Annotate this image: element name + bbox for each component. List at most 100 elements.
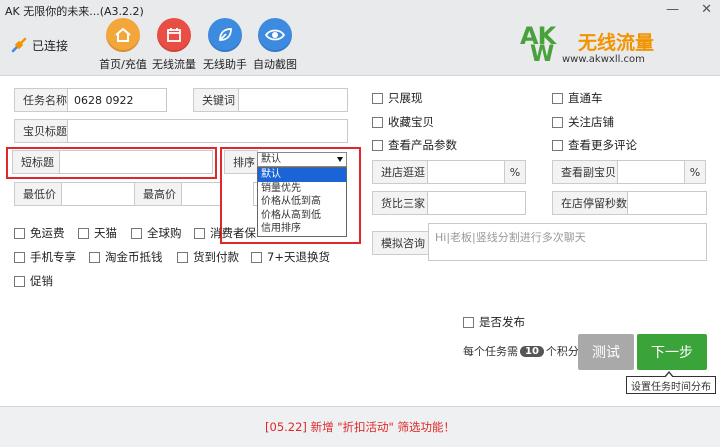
checkbox-box[interactable] [552, 139, 563, 151]
checkbox-mobile-only[interactable]: 手机专享 [14, 249, 76, 265]
checkbox-follow-shop[interactable]: 关注店铺 [552, 114, 614, 130]
chat-label: 模拟咨询 [372, 231, 429, 255]
view-sub-item-label: 查看副宝贝 [552, 160, 618, 184]
checkbox-consumer-protection[interactable]: 消费者保 [194, 225, 256, 241]
checkbox-label: 手机专享 [30, 250, 76, 264]
checkbox-box[interactable] [131, 227, 142, 239]
compare-label: 货比三家 [372, 191, 428, 215]
keyword-input[interactable] [238, 88, 348, 112]
item-title-input[interactable] [67, 119, 348, 143]
checkbox-label: 全球购 [147, 226, 182, 240]
checkbox-box[interactable] [552, 116, 563, 128]
checkbox-impression-only[interactable]: 只展现 [372, 90, 423, 106]
checkbox-box[interactable] [14, 227, 25, 239]
points-info: 每个任务需 10 个积分 [463, 343, 579, 359]
points-badge: 10 [520, 345, 544, 357]
checkbox-label: 关注店铺 [568, 115, 614, 129]
checkbox-label: 免运费 [30, 226, 65, 240]
min-price-label: 最低价 [14, 182, 62, 206]
short-title-input[interactable] [59, 150, 213, 174]
next-step-tooltip: 设置任务时间分布 [626, 371, 716, 394]
checkbox-label: 直通车 [568, 91, 603, 105]
stay-seconds-input[interactable] [627, 191, 707, 215]
connection-status-label: 已连接 [32, 38, 69, 53]
checkbox-box[interactable] [552, 92, 563, 104]
percent-unit: % [504, 160, 526, 184]
task-name-input[interactable]: 0628 0922 [67, 88, 167, 112]
checkbox-publish[interactable]: 是否发布 [463, 314, 525, 330]
item-title-label: 宝贝标题 [14, 119, 68, 143]
checkbox-free-shipping[interactable]: 免运费 [14, 225, 65, 241]
sort-select[interactable]: 默认 [257, 152, 347, 167]
checkbox-label: 只展现 [388, 91, 423, 105]
checkbox-label: 淘金币抵钱 [105, 250, 163, 264]
chat-textarea[interactable]: Hi|老板|竖线分割进行多次聊天 [428, 223, 707, 261]
logo-w: W [530, 42, 555, 67]
calendar-icon [157, 18, 191, 52]
checkbox-cod[interactable]: 货到付款 [177, 249, 239, 265]
sort-option-credit[interactable]: 信用排序 [258, 222, 346, 236]
checkbox-box[interactable] [372, 92, 383, 104]
compare-input[interactable] [427, 191, 526, 215]
sort-option-default[interactable]: 默认 [258, 168, 346, 182]
checkbox-promotion[interactable]: 促销 [14, 273, 53, 289]
max-price-input[interactable] [181, 182, 221, 206]
checkbox-view-reviews[interactable]: 查看更多评论 [552, 137, 637, 153]
view-sub-item-input[interactable] [617, 160, 685, 184]
checkbox-box[interactable] [251, 251, 262, 263]
checkbox-taojinbi[interactable]: 淘金币抵钱 [89, 249, 163, 265]
checkbox-tmall[interactable]: 天猫 [78, 225, 117, 241]
checkbox-ztc[interactable]: 直通车 [552, 90, 603, 106]
close-button[interactable]: ✕ [701, 2, 712, 17]
next-step-button[interactable]: 下一步 [637, 334, 707, 370]
checkbox-label: 收藏宝贝 [388, 115, 434, 129]
checkbox-box[interactable] [14, 251, 25, 263]
checkbox-label: 天猫 [94, 226, 117, 240]
task-name-label: 任务名称 [14, 88, 68, 112]
minimize-button[interactable]: — [666, 2, 679, 17]
keyword-label: 关键词 [193, 88, 239, 112]
checkbox-box[interactable] [14, 275, 25, 287]
shop-stay-input[interactable] [427, 160, 505, 184]
checkbox-box[interactable] [89, 251, 100, 263]
points-suffix: 个积分 [545, 345, 579, 358]
window-title: AK 无限你的未来...(A3.2.2) [5, 5, 144, 18]
nav-auto-screenshot[interactable]: 自动截图 [244, 18, 306, 72]
sort-label: 排序 [224, 150, 258, 174]
logo-name: 无线流量 [578, 32, 655, 54]
checkbox-label: 货到付款 [193, 250, 239, 264]
leaf-icon [208, 18, 242, 52]
chevron-down-icon [337, 157, 343, 162]
footer-notice: [05.22] 新增 "折扣活动" 筛选功能！ [0, 406, 720, 447]
checkbox-label: 查看产品参数 [388, 138, 457, 152]
footer-notice-text[interactable]: [05.22] 新增 "折扣活动" 筛选功能！ [265, 419, 455, 435]
plug-icon [10, 36, 28, 54]
min-price-input[interactable] [61, 182, 137, 206]
checkbox-favorite-item[interactable]: 收藏宝贝 [372, 114, 434, 130]
window-controls: — ✕ [666, 2, 712, 17]
eye-icon [258, 18, 292, 52]
sort-dropdown: 默认 销量优先 价格从低到高 价格从高到低 信用排序 [257, 167, 347, 237]
checkbox-7day-return[interactable]: 7+天退换货 [251, 249, 330, 265]
checkbox-label: 促销 [30, 274, 53, 288]
checkbox-view-params[interactable]: 查看产品参数 [372, 137, 457, 153]
checkbox-label: 查看更多评论 [568, 138, 637, 152]
checkbox-box[interactable] [194, 227, 205, 239]
percent-unit: % [684, 160, 706, 184]
max-price-label: 最高价 [134, 182, 182, 206]
checkbox-box[interactable] [372, 116, 383, 128]
sort-option-sales[interactable]: 销量优先 [258, 182, 346, 196]
checkbox-box[interactable] [177, 251, 188, 263]
sort-option-price-desc[interactable]: 价格从高到低 [258, 209, 346, 223]
checkbox-box[interactable] [372, 139, 383, 151]
checkbox-label: 7+天退换货 [267, 250, 330, 264]
logo-url: www.akwxll.com [562, 54, 645, 65]
checkbox-box[interactable] [78, 227, 89, 239]
sort-selected-value: 默认 [261, 154, 281, 165]
sort-option-price-asc[interactable]: 价格从低到高 [258, 195, 346, 209]
header-bar: AK 无限你的未来...(A3.2.2) — ✕ 已连接 首页/充值 无线流量 … [0, 0, 720, 76]
home-icon [106, 18, 140, 52]
checkbox-box[interactable] [463, 316, 474, 328]
checkbox-global[interactable]: 全球购 [131, 225, 182, 241]
test-button[interactable]: 测试 [578, 334, 634, 370]
